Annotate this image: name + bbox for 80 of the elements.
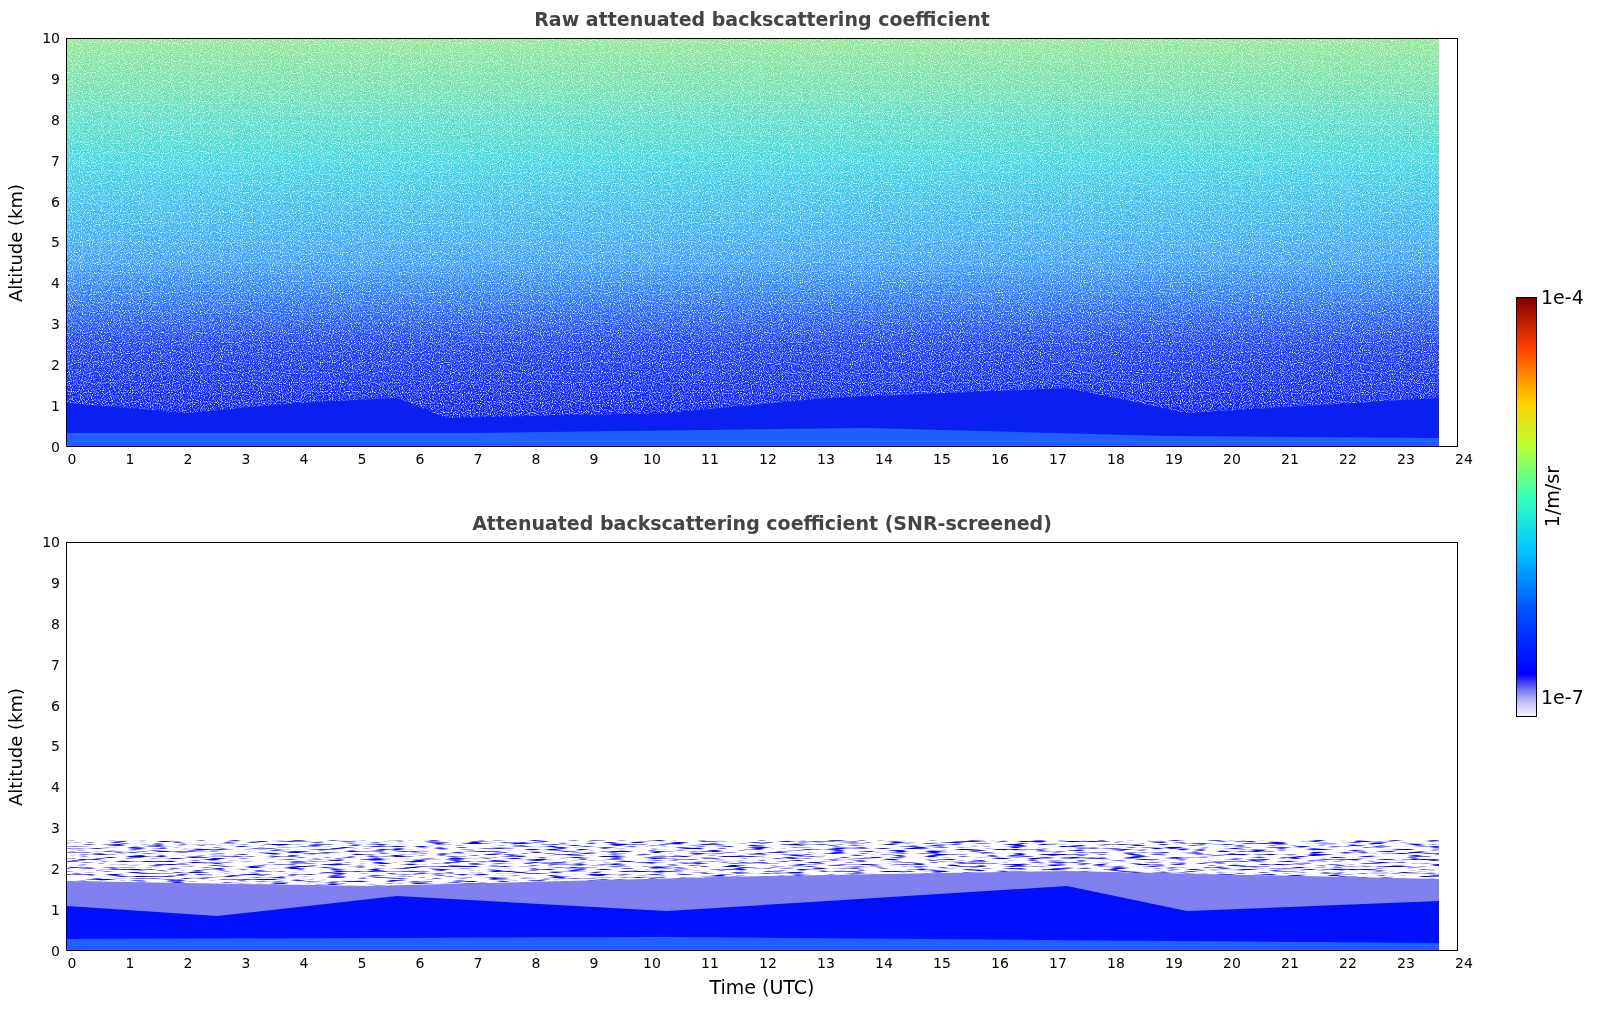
x-tick-label: 8 xyxy=(530,954,542,972)
y-tick-label: 7 xyxy=(51,655,60,674)
y-tick-label: 4 xyxy=(51,274,60,293)
x-tick-label: 9 xyxy=(588,954,600,972)
x-tick-label: 14 xyxy=(874,450,894,468)
y-tick-label: 8 xyxy=(51,110,60,129)
y-tick-label: 4 xyxy=(51,778,60,797)
y-tick-label: 3 xyxy=(51,315,60,334)
x-tick-label: 3 xyxy=(240,450,252,468)
x-tick-label: 18 xyxy=(1106,450,1126,468)
x-tick-label: 22 xyxy=(1338,954,1358,972)
x-tick-label: 17 xyxy=(1048,954,1068,972)
x-tick-label: 2 xyxy=(182,450,194,468)
x-tick-label: 17 xyxy=(1048,450,1068,468)
x-tick-label: 2 xyxy=(182,954,194,972)
x-tick-label: 20 xyxy=(1222,954,1242,972)
x-tick-label: 10 xyxy=(642,450,662,468)
x-tick-label: 14 xyxy=(874,954,894,972)
y-tick-label: 7 xyxy=(51,151,60,170)
x-tick-label: 6 xyxy=(414,954,426,972)
x-tick-label: 24 xyxy=(1454,954,1474,972)
x-tick-label: 23 xyxy=(1396,450,1416,468)
y-tick-label: 1 xyxy=(51,397,60,415)
x-tick-label: 11 xyxy=(700,450,720,468)
x-tick-label: 0 xyxy=(66,450,78,468)
y-tick-label: 5 xyxy=(51,737,60,756)
x-tick-label: 1 xyxy=(124,450,136,468)
y-tick-label: 6 xyxy=(51,192,60,211)
y-tick-label: 2 xyxy=(51,356,60,375)
x-tick-label: 22 xyxy=(1338,450,1358,468)
x-tick-label: 10 xyxy=(642,954,662,972)
x-tick-label: 24 xyxy=(1454,450,1474,468)
x-tick-label: 12 xyxy=(758,954,778,972)
y-tick-label: 9 xyxy=(51,69,60,88)
x-tick-label: 0 xyxy=(66,954,78,972)
x-tick-label: 7 xyxy=(472,450,484,468)
x-tick-label: 20 xyxy=(1222,450,1242,468)
x-tick-label: 15 xyxy=(932,954,952,972)
x-tick-label: 7 xyxy=(472,954,484,972)
colorbar-unit-label: 1/m/sr xyxy=(1541,466,1563,528)
y-tick-label: 0 xyxy=(51,437,60,456)
y-axis-label: Altitude (km) xyxy=(3,686,27,808)
x-tick-label: 16 xyxy=(990,450,1010,468)
y-tick-label: 2 xyxy=(51,860,60,879)
x-tick-label: 15 xyxy=(932,450,952,468)
y-tick-label: 1 xyxy=(51,901,60,919)
x-tick-label: 19 xyxy=(1164,450,1184,468)
y-tick-label: 6 xyxy=(51,696,60,715)
x-tick-label: 21 xyxy=(1280,450,1300,468)
x-tick-label: 8 xyxy=(530,450,542,468)
y-tick-label: 10 xyxy=(42,533,60,551)
y-tick-label: 5 xyxy=(51,233,60,252)
x-tick-label: 4 xyxy=(298,954,310,972)
x-tick-label: 19 xyxy=(1164,954,1184,972)
x-tick-label: 11 xyxy=(700,954,720,972)
x-tick-label: 21 xyxy=(1280,954,1300,972)
plot-title: Attenuated backscattering coefficient (SNR-screened) xyxy=(472,512,1052,534)
x-axis-label: Time (UTC) xyxy=(709,976,815,998)
y-axis-label: Altitude (km) xyxy=(3,182,27,304)
y-tick-label: 8 xyxy=(51,614,60,633)
y-tick-label: 9 xyxy=(51,573,60,592)
x-tick-label: 9 xyxy=(588,450,600,468)
colorbar-max-label: 1e-4 xyxy=(1541,287,1584,307)
x-tick-label: 5 xyxy=(356,954,368,972)
x-tick-label: 13 xyxy=(816,954,836,972)
colorbar-min-label: 1e-7 xyxy=(1541,687,1584,707)
x-tick-label: 13 xyxy=(816,450,836,468)
y-tick-label: 10 xyxy=(42,29,60,47)
plot-title: Raw attenuated backscattering coefficient xyxy=(534,8,990,30)
x-tick-label: 23 xyxy=(1396,954,1416,972)
y-tick-label: 0 xyxy=(51,941,60,960)
x-tick-label: 16 xyxy=(990,954,1010,972)
x-tick-label: 3 xyxy=(240,954,252,972)
y-tick-label: 3 xyxy=(51,819,60,838)
x-tick-label: 6 xyxy=(414,450,426,468)
x-tick-label: 18 xyxy=(1106,954,1126,972)
x-tick-label: 5 xyxy=(356,450,368,468)
x-tick-label: 4 xyxy=(298,450,310,468)
x-tick-label: 12 xyxy=(758,450,778,468)
x-tick-label: 1 xyxy=(124,954,136,972)
